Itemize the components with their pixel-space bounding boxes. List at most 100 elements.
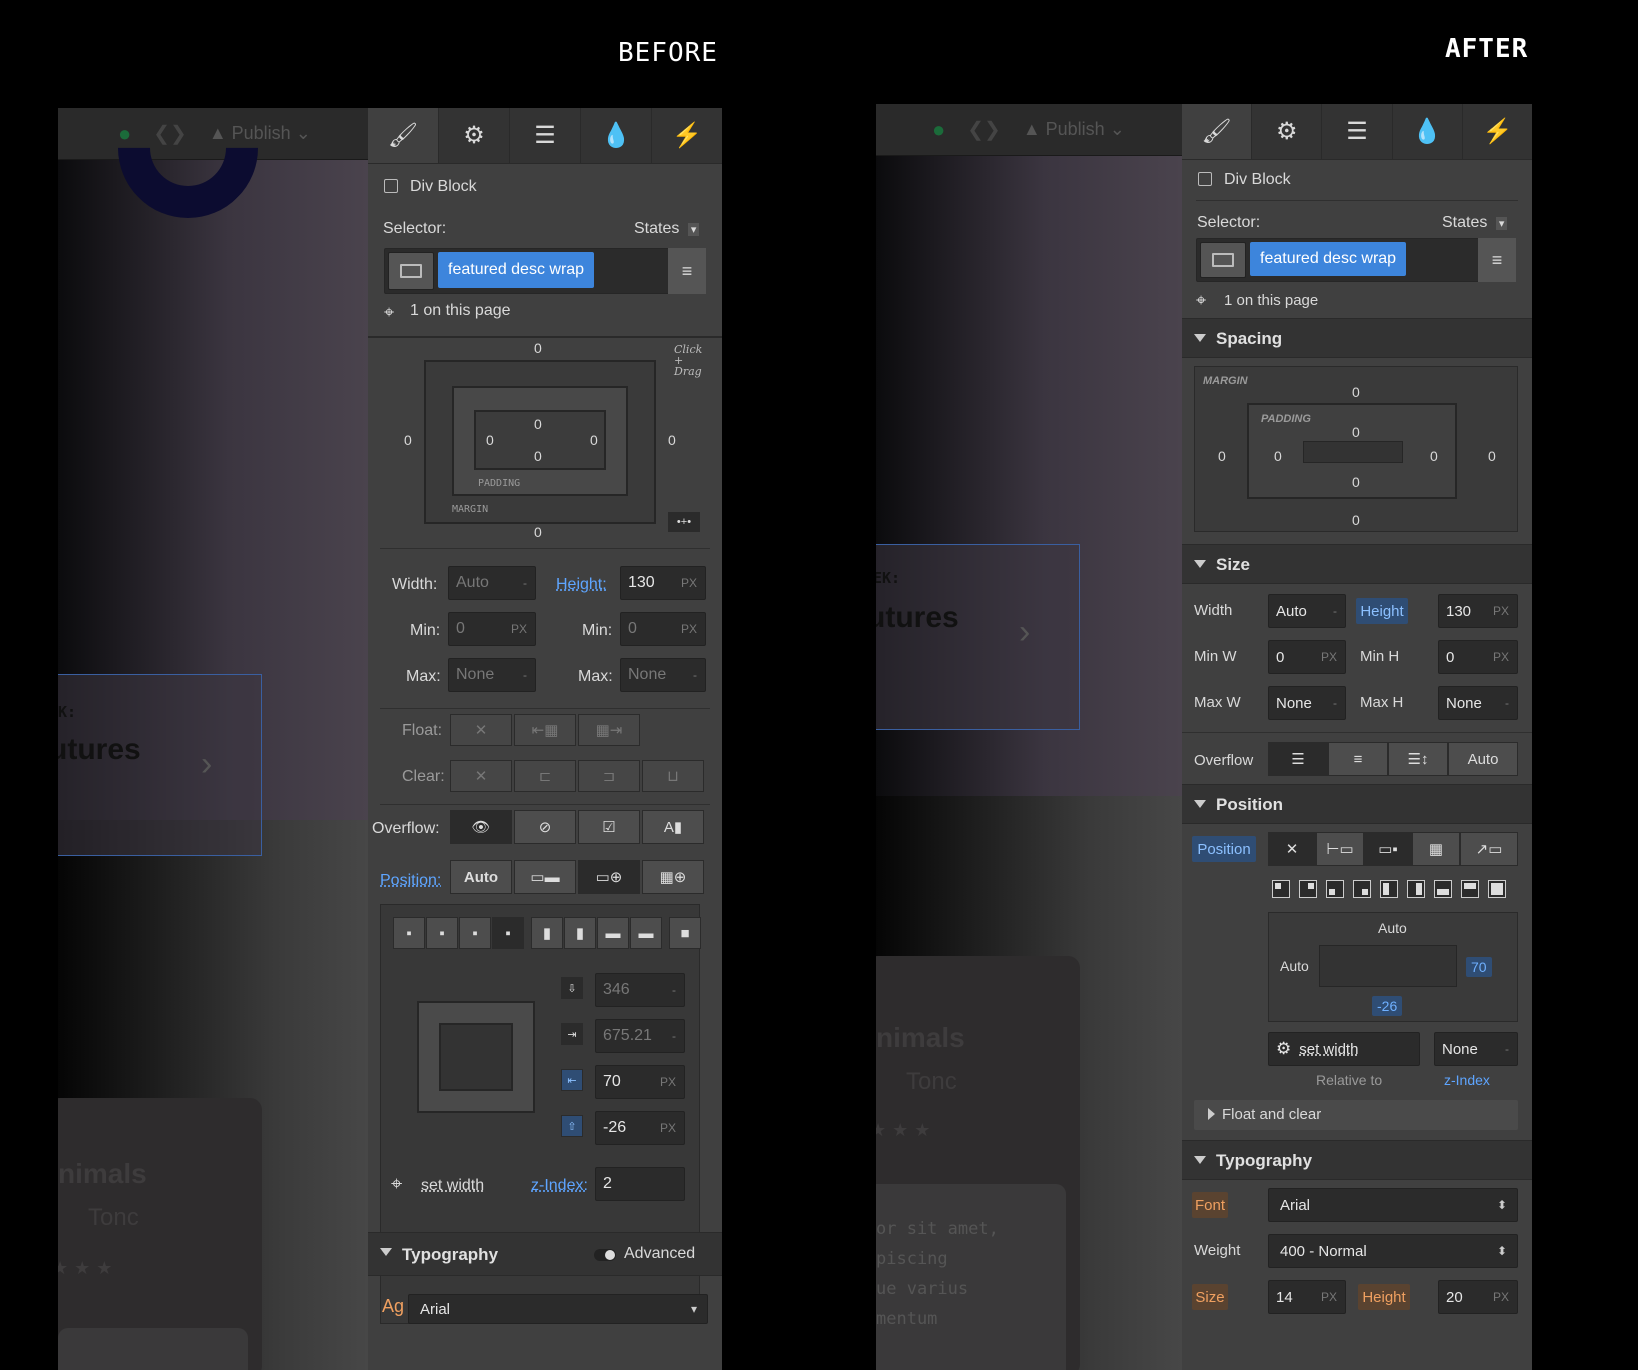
preset-top[interactable] <box>1461 880 1479 898</box>
tab-interactions[interactable]: 💧 <box>1393 104 1463 159</box>
set-width-field[interactable]: ⚙ set width <box>1268 1032 1420 1066</box>
position-fixed-button[interactable]: ▦ <box>1412 832 1460 866</box>
set-width-link[interactable]: set width <box>421 1177 484 1195</box>
max-height-input[interactable]: None - <box>620 658 706 692</box>
position-right-value[interactable]: 70 <box>1466 957 1492 977</box>
tab-actions[interactable]: ⚡ <box>1463 104 1532 159</box>
padding-top-value[interactable]: 0 <box>534 416 542 432</box>
selector-list-button[interactable]: ≡ <box>668 248 706 294</box>
padding-right-value[interactable]: 0 <box>590 432 598 448</box>
states-dropdown[interactable]: States ▾ <box>634 220 700 238</box>
min-width-input[interactable]: 0 PX <box>1268 640 1346 674</box>
tab-settings[interactable]: ⚙ <box>1252 104 1323 159</box>
set-width-link[interactable]: set width <box>1299 1041 1358 1058</box>
font-size-label[interactable]: Size <box>1192 1284 1228 1310</box>
clear-both-button[interactable]: ⊔ <box>642 760 704 792</box>
zindex-label[interactable]: z-Index: <box>531 1177 588 1195</box>
selector-list-button[interactable]: ≡ <box>1478 238 1516 282</box>
height-input[interactable]: 130 PX <box>1438 594 1518 628</box>
weight-select[interactable]: 400 - Normal ⬍ <box>1268 1234 1518 1268</box>
preset-top-right[interactable]: ▪ <box>426 917 458 949</box>
position-label[interactable]: Position <box>1192 836 1256 862</box>
position-sticky-button[interactable]: ↗▭ <box>1460 832 1518 866</box>
position-bottom-value[interactable]: -26 <box>1372 996 1403 1016</box>
preset-top-left[interactable]: ▪ <box>393 917 425 949</box>
tab-settings[interactable]: ⚙ <box>439 108 510 163</box>
height-label[interactable]: Height <box>1356 598 1408 624</box>
overflow-hidden-button[interactable]: ≡ <box>1328 742 1388 776</box>
margin-right-value[interactable]: 0 <box>668 432 676 448</box>
height-label[interactable]: Height: <box>556 576 607 594</box>
preset-top-left[interactable] <box>1272 880 1290 898</box>
preset-bottom[interactable] <box>1434 880 1452 898</box>
margin-left-value[interactable]: 0 <box>1218 448 1226 464</box>
float-left-button[interactable]: ⇤▦ <box>514 714 576 746</box>
tab-style[interactable]: 🖌 <box>368 108 439 163</box>
padding-top-value[interactable]: 0 <box>1352 424 1360 440</box>
spacing-section-header[interactable]: Spacing <box>1182 318 1532 358</box>
margin-left-value[interactable]: 0 <box>404 432 412 448</box>
states-dropdown[interactable]: States ▾ <box>1442 214 1508 232</box>
tab-style[interactable]: 🖌 <box>1182 104 1253 159</box>
position-absolute-button[interactable]: ▭⊕ <box>578 860 640 894</box>
position-right-input[interactable]: 70 PX <box>595 1065 685 1099</box>
preset-bottom-right[interactable]: ▪ <box>492 917 524 949</box>
preset-bottom-left[interactable] <box>1326 880 1344 898</box>
max-width-input[interactable]: None - <box>448 658 536 692</box>
max-height-input[interactable]: None - <box>1438 686 1518 720</box>
line-height-label[interactable]: Height <box>1358 1284 1410 1310</box>
class-tag[interactable]: featured desc wrap <box>438 252 595 288</box>
preset-full[interactable]: ■ <box>669 917 701 949</box>
overflow-visible-button[interactable]: 👁 <box>450 810 512 844</box>
margin-right-value[interactable]: 0 <box>1488 448 1496 464</box>
min-width-input[interactable]: 0 PX <box>448 612 536 646</box>
font-select[interactable]: Arial ▾ <box>408 1294 708 1324</box>
width-input[interactable]: Auto - <box>448 566 536 600</box>
publish-button[interactable]: ▲ Publish ⌄ <box>1023 119 1125 140</box>
min-height-input[interactable]: 0 PX <box>1438 640 1518 674</box>
preset-bottom-left[interactable]: ▪ <box>459 917 491 949</box>
position-relative-button[interactable]: ▭▬ <box>514 860 576 894</box>
expand-spacing-button[interactable]: •+• <box>668 512 700 532</box>
zindex-input[interactable]: None - <box>1434 1032 1518 1066</box>
float-right-button[interactable]: ▦⇥ <box>578 714 640 746</box>
font-select[interactable]: Arial ⬍ <box>1268 1188 1518 1222</box>
position-box-editor[interactable] <box>417 1001 535 1113</box>
clear-left-button[interactable]: ⊏ <box>514 760 576 792</box>
preset-top[interactable]: ▬ <box>630 917 662 949</box>
preset-right[interactable] <box>1407 880 1425 898</box>
position-left-input[interactable]: 675.21- <box>595 1019 685 1053</box>
device-icon[interactable] <box>388 252 434 290</box>
preset-right[interactable]: ▮ <box>564 917 596 949</box>
position-relative-button[interactable]: ⊢▭ <box>1316 832 1364 866</box>
zindex-label[interactable]: z-Index <box>1444 1072 1490 1088</box>
box-model-editor[interactable]: PADDING MARGIN <box>424 360 656 524</box>
position-left-value[interactable]: Auto <box>1280 958 1309 974</box>
featured-card[interactable]: EK: utures › <box>876 544 1080 730</box>
margin-bottom-value[interactable]: 0 <box>1352 512 1360 528</box>
preset-left[interactable] <box>1380 880 1398 898</box>
height-input[interactable]: 130 PX <box>620 566 706 600</box>
width-input[interactable]: Auto - <box>1268 594 1346 628</box>
position-section-header[interactable]: Position <box>1182 784 1532 824</box>
padding-left-value[interactable]: 0 <box>1274 448 1282 464</box>
preset-bottom[interactable]: ▬ <box>597 917 629 949</box>
position-top-input[interactable]: 346- <box>595 973 685 1007</box>
overflow-hidden-button[interactable]: ⊘ <box>514 810 576 844</box>
class-tag[interactable]: featured desc wrap <box>1250 242 1407 276</box>
padding-right-value[interactable]: 0 <box>1430 448 1438 464</box>
typography-section-header[interactable]: Typography <box>1182 1140 1532 1180</box>
overflow-auto-button[interactable]: A▮ <box>642 810 704 844</box>
padding-left-value[interactable]: 0 <box>486 432 494 448</box>
tab-navigator[interactable]: ☰ <box>510 108 581 163</box>
clear-right-button[interactable]: ⊐ <box>578 760 640 792</box>
font-label[interactable]: Font <box>1192 1192 1228 1218</box>
preset-bottom-right[interactable] <box>1353 880 1371 898</box>
float-clear-row[interactable]: Float and clear <box>1194 1100 1518 1130</box>
typography-section-header[interactable]: Typography Advanced <box>368 1232 722 1276</box>
position-bottom-input[interactable]: -26 PX <box>595 1111 685 1145</box>
position-static-button[interactable]: ✕ <box>1268 832 1316 866</box>
max-width-input[interactable]: None - <box>1268 686 1346 720</box>
overflow-visible-button[interactable]: ☰ <box>1268 742 1328 776</box>
padding-bottom-value[interactable]: 0 <box>1352 474 1360 490</box>
